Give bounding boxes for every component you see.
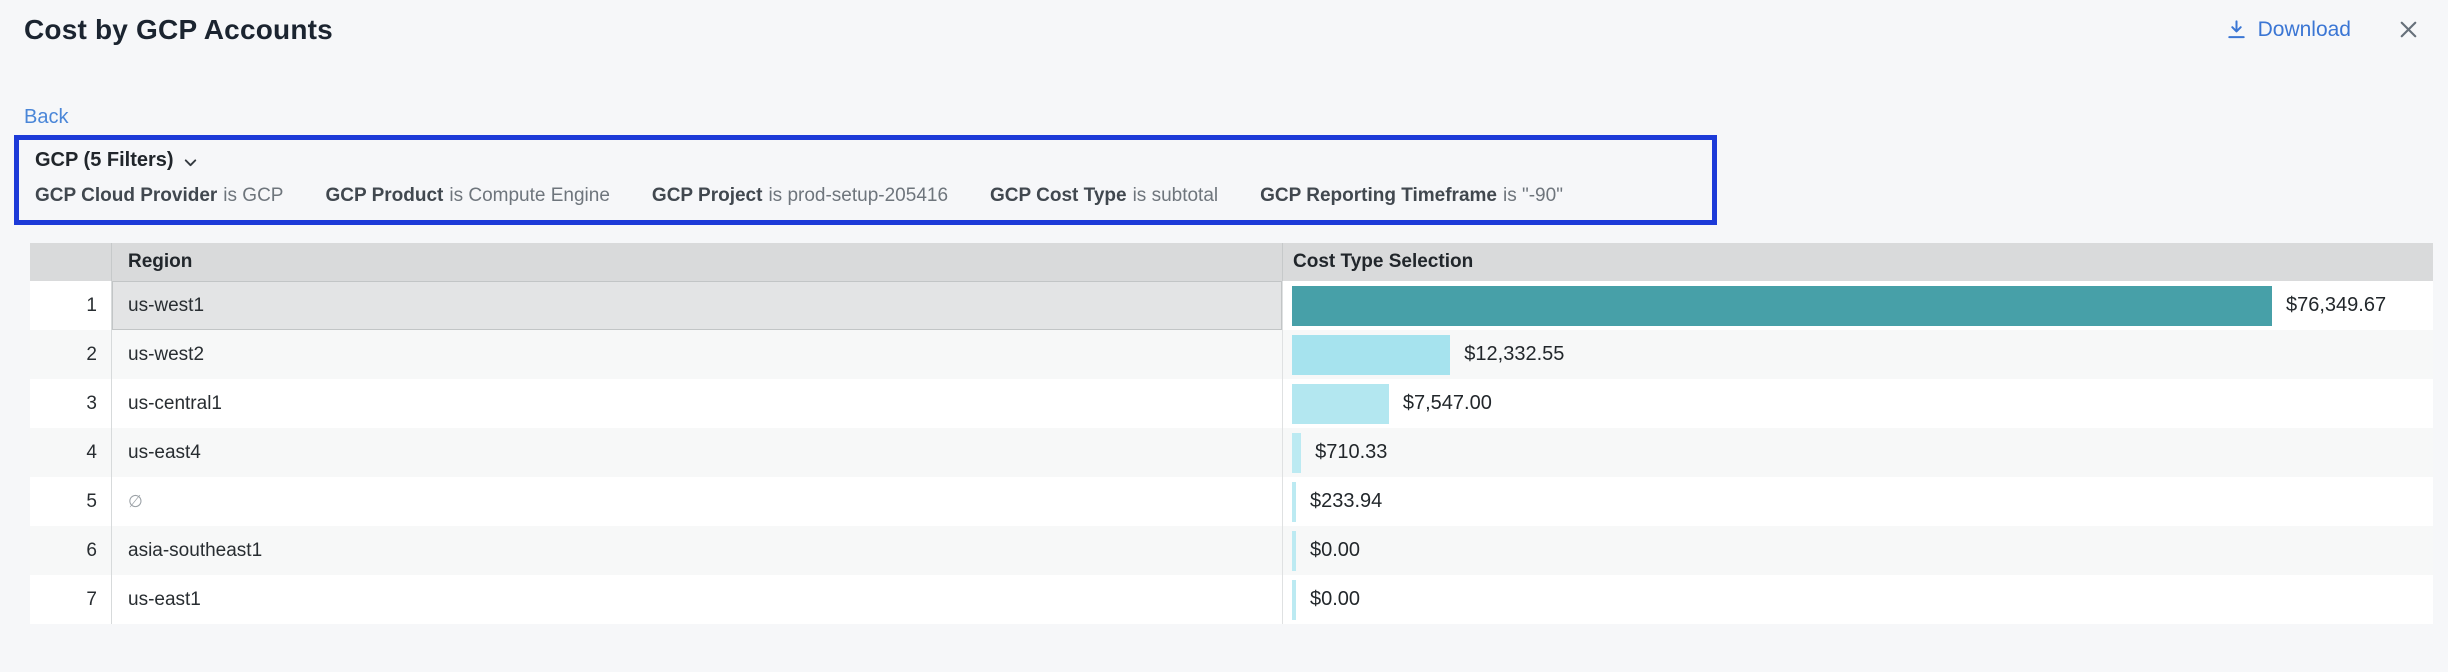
close-icon — [2395, 16, 2422, 43]
cost-value: $12,332.55 — [1464, 343, 1564, 366]
region-column-header: Region — [112, 243, 1283, 281]
filter-item: GCP Product is Compute Engine — [325, 185, 609, 207]
region-cell[interactable]: us-east1 — [112, 575, 1283, 624]
cost-cell: $12,332.55 — [1283, 330, 2433, 379]
cost-column-header: Cost Type Selection — [1283, 251, 2433, 273]
table-row[interactable]: 7 us-east1 $0.00 — [30, 575, 2433, 624]
cost-bar[interactable] — [1292, 531, 1296, 571]
row-number: 5 — [30, 477, 112, 526]
region-cell[interactable]: us-west1 — [112, 281, 1283, 330]
row-number-column-header — [30, 243, 112, 281]
filter-name: GCP Product — [325, 185, 443, 206]
region-cell[interactable]: asia-southeast1 — [112, 526, 1283, 575]
cost-value: $710.33 — [1315, 441, 1387, 464]
download-button[interactable]: Download — [2225, 18, 2351, 42]
download-icon — [2225, 18, 2248, 41]
region-cell[interactable]: us-central1 — [112, 379, 1283, 428]
cost-value: $76,349.67 — [2286, 294, 2386, 317]
table-row[interactable]: 3 us-central1 $7,547.00 — [30, 379, 2433, 428]
filter-name: GCP Cost Type — [990, 185, 1127, 206]
panel-header: Cost by GCP Accounts Download — [0, 0, 2448, 46]
cost-cell: $710.33 — [1283, 428, 2433, 477]
filter-item: GCP Projectis prod-setup-205416 — [652, 185, 948, 207]
row-number: 3 — [30, 379, 112, 428]
filter-panel: GCP (5 Filters) GCP Cloud Provider is GCP… — [14, 135, 1717, 225]
region-cell[interactable]: us-west2 — [112, 330, 1283, 379]
region-cell[interactable]: ∅ — [112, 477, 1283, 526]
filter-name: GCP Cloud Provider — [35, 185, 217, 206]
cost-cell: $0.00 — [1283, 575, 2433, 624]
table-body: 1 us-west1 $76,349.67 2 us-west2 $12,332… — [30, 281, 2433, 624]
cost-value: $7,547.00 — [1403, 392, 1492, 415]
filter-name: GCP Project — [652, 185, 763, 206]
filter-list: GCP Cloud Provider is GCP GCP Product is C… — [35, 185, 1696, 207]
table-row[interactable]: 5 ∅ $233.94 — [30, 477, 2433, 526]
cost-bar[interactable] — [1292, 482, 1296, 522]
row-number: 4 — [30, 428, 112, 477]
table-row[interactable]: 6 asia-southeast1 $0.00 — [30, 526, 2433, 575]
cost-bar[interactable] — [1292, 335, 1450, 375]
filters-dropdown[interactable]: GCP (5 Filters) — [35, 149, 1696, 172]
filter-item: GCP Cloud Provider is GCP — [35, 185, 283, 207]
table-row[interactable]: 1 us-west1 $76,349.67 — [30, 281, 2433, 330]
filter-condition: is subtotal — [1133, 185, 1219, 206]
cost-value: $0.00 — [1310, 539, 1360, 562]
chevron-down-icon — [182, 154, 199, 171]
filter-item: GCP Cost Type is subtotal — [990, 185, 1218, 207]
cost-bar[interactable] — [1292, 286, 2272, 326]
table-header-row: Region Cost Type Selection — [30, 243, 2433, 281]
cost-cell: $233.94 — [1283, 477, 2433, 526]
row-number: 6 — [30, 526, 112, 575]
cost-bar[interactable] — [1292, 580, 1296, 620]
row-number: 2 — [30, 330, 112, 379]
back-link[interactable]: Back — [24, 106, 68, 129]
cost-bar[interactable] — [1292, 384, 1389, 424]
filter-item: GCP Reporting Timeframe is "-90" — [1260, 185, 1563, 207]
table-row[interactable]: 2 us-west2 $12,332.55 — [30, 330, 2433, 379]
cost-cell: $76,349.67 — [1283, 281, 2433, 330]
cost-table: Region Cost Type Selection 1 us-west1 $7… — [30, 243, 2433, 624]
filter-condition: is Compute Engine — [449, 185, 610, 206]
filter-condition: is prod-setup-205416 — [768, 185, 948, 206]
filter-name: GCP Reporting Timeframe — [1260, 185, 1497, 206]
header-actions: Download — [2225, 16, 2422, 43]
download-label: Download — [2258, 18, 2351, 42]
row-number: 1 — [30, 281, 112, 330]
filter-condition: is GCP — [223, 185, 283, 206]
cost-bar[interactable] — [1292, 433, 1301, 473]
filters-dropdown-label: GCP (5 Filters) — [35, 149, 174, 172]
page-title: Cost by GCP Accounts — [24, 14, 333, 46]
filter-condition: is "-90" — [1503, 185, 1563, 206]
table-row[interactable]: 4 us-east4 $710.33 — [30, 428, 2433, 477]
cost-value: $0.00 — [1310, 588, 1360, 611]
close-button[interactable] — [2395, 16, 2422, 43]
row-number: 7 — [30, 575, 112, 624]
cost-cell: $7,547.00 — [1283, 379, 2433, 428]
region-cell[interactable]: us-east4 — [112, 428, 1283, 477]
cost-cell: $0.00 — [1283, 526, 2433, 575]
cost-value: $233.94 — [1310, 490, 1382, 513]
